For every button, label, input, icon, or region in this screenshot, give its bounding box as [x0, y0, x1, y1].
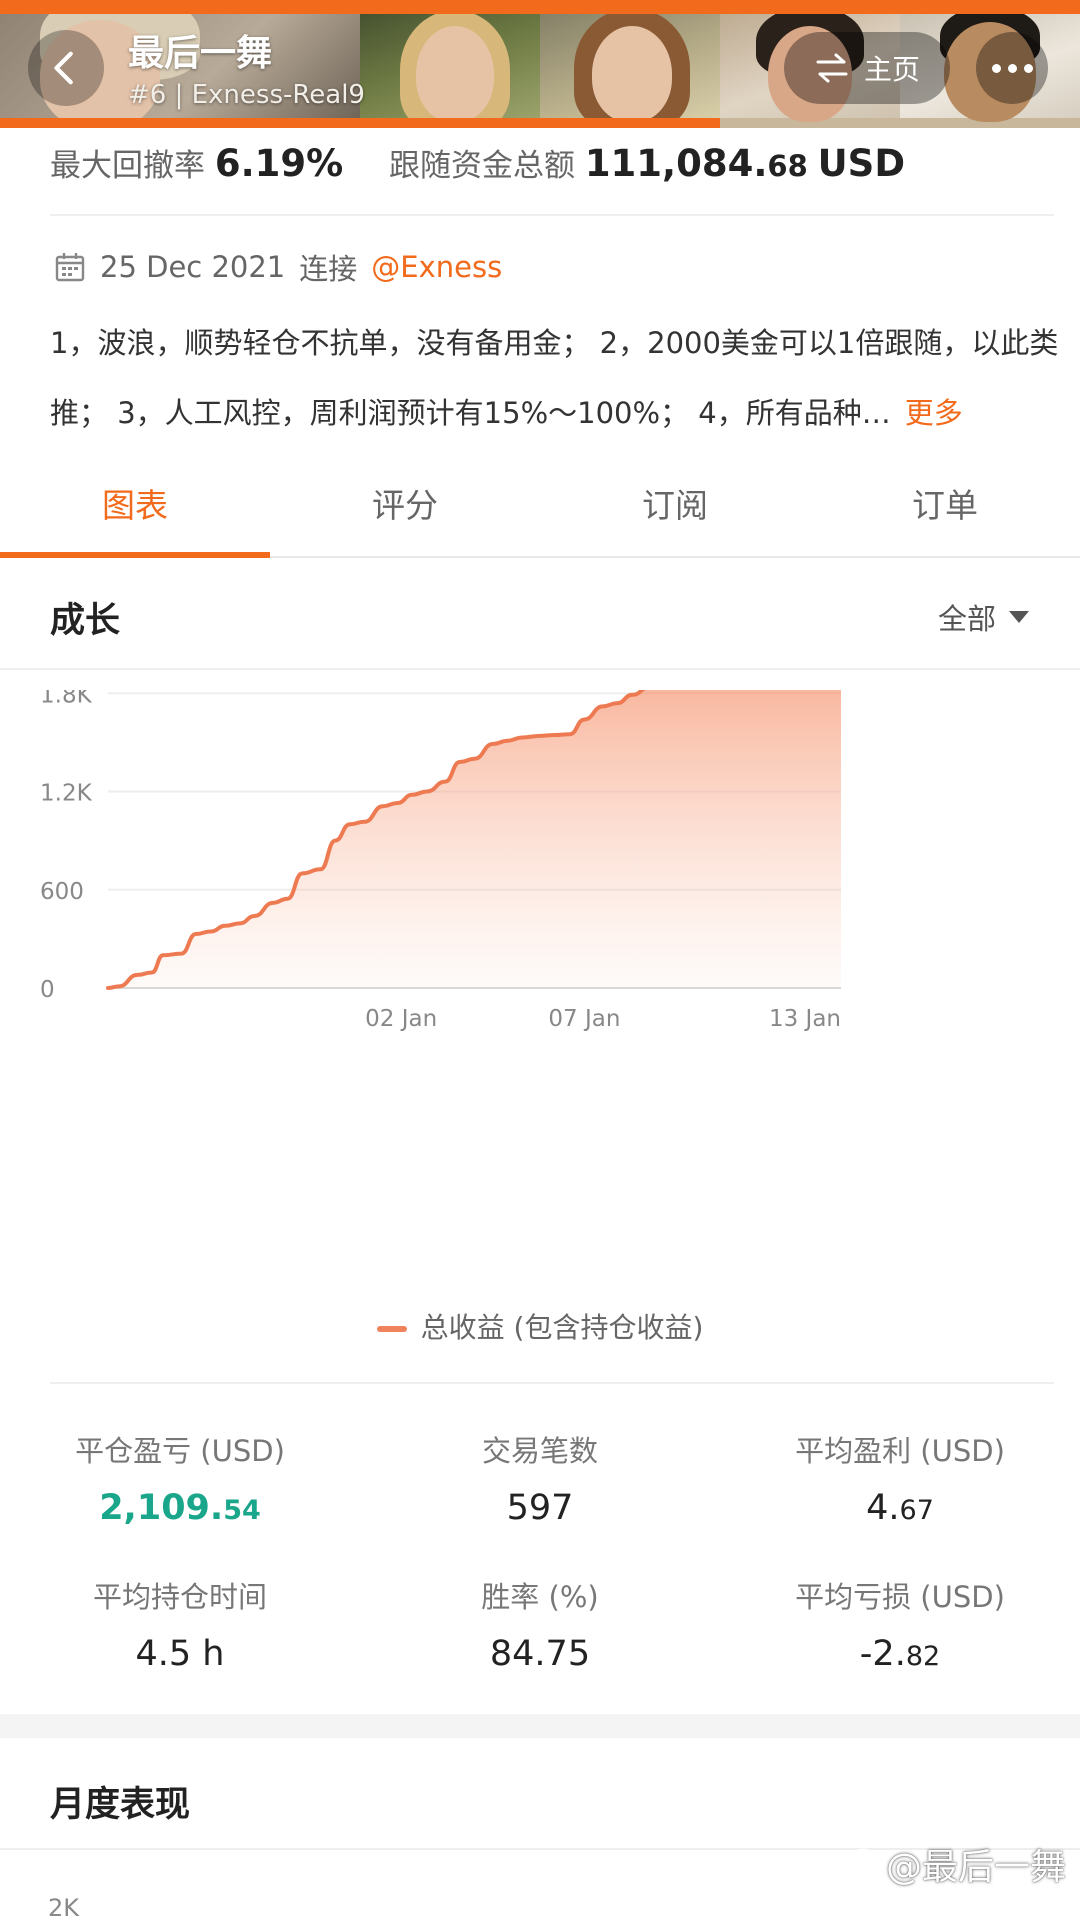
metric-int: 4.5 h: [135, 1634, 225, 1674]
metric-value: 597: [360, 1488, 720, 1528]
tab-orders[interactable]: 订单: [810, 470, 1080, 556]
tab-bar: 图表 评分 订阅 订单: [0, 470, 1080, 558]
metric-value: -2.82: [720, 1634, 1080, 1674]
metric-int: -2.: [859, 1634, 906, 1674]
metric-label: 平均盈利 (USD): [795, 1434, 1005, 1468]
dot-icon: [1007, 63, 1017, 73]
zhihu-logo-icon: [847, 1848, 879, 1880]
section-separator: [0, 1714, 1080, 1738]
tab-chart[interactable]: 图表: [0, 470, 270, 558]
metric-avg-hold-time: 平均持仓时间 4.5 h: [0, 1574, 360, 1674]
metric-label: 平均亏损 (USD): [795, 1580, 1005, 1614]
home-button[interactable]: 主页: [784, 32, 950, 104]
banner-photo: [360, 0, 540, 128]
y-tick-label: 600: [40, 879, 84, 905]
metric-value: 4.67: [720, 1488, 1080, 1528]
follow-total-int: 111,084.: [584, 142, 768, 185]
banner-accent: [0, 118, 720, 128]
trader-rank-account: #6 | Exness-Real9: [128, 80, 365, 110]
metric-int: 597: [506, 1488, 574, 1528]
metric-label: 平均持仓时间: [92, 1580, 267, 1614]
x-tick-label: 07 Jan: [548, 1006, 620, 1032]
range-selected: 全部: [937, 602, 996, 636]
dot-icon: [1023, 63, 1033, 73]
range-dropdown[interactable]: 全部: [938, 596, 1030, 638]
strategy-description: 1，波浪，顺势轻仓不抗单，没有备用金； 2，2000美金可以1倍跟随，以此类推；…: [50, 308, 1060, 448]
connection-info: 25 Dec 2021 连接 @Exness: [54, 246, 502, 288]
calendar-icon: [55, 253, 85, 282]
metric-value: 84.75: [360, 1634, 720, 1674]
growth-chart-svg: 2.4K1.8K1.2K600002 Jan07 Jan13 Jan2,024.…: [40, 584, 843, 1032]
metric-value: 4.5 h: [0, 1634, 360, 1674]
tab-subscription[interactable]: 订阅: [540, 470, 810, 556]
metric-label: 胜率 (%): [481, 1580, 599, 1614]
banner-photo: [540, 0, 720, 128]
growth-chart: 2.4K1.8K1.2K600002 Jan07 Jan13 Jan2,024.…: [0, 584, 1080, 1270]
swap-icon: [816, 53, 848, 83]
read-more-link[interactable]: 更多: [905, 396, 963, 430]
caret-down-icon: [1009, 611, 1029, 623]
metric-int: 84.75: [489, 1634, 591, 1674]
dot-icon: [991, 63, 1001, 73]
divider: [0, 668, 1080, 670]
chart-legend: 总收益 (包含持仓收益): [0, 1306, 1080, 1346]
metric-label: 交易笔数: [481, 1434, 598, 1468]
metric-label: 平仓盈亏 (USD): [75, 1434, 285, 1468]
metric-avg-loss: 平均亏损 (USD) -2.82: [720, 1574, 1080, 1674]
summary-stats: 最大回撤率 6.19% 跟随资金总额 111,084.68 USD: [50, 140, 905, 185]
x-tick-label: 02 Jan: [365, 1006, 437, 1032]
trader-name: 最后一舞: [128, 33, 273, 74]
divider: [50, 1382, 1054, 1384]
divider: [50, 214, 1054, 216]
tab-rating[interactable]: 评分: [270, 470, 540, 556]
connect-date: 25 Dec 2021: [100, 250, 286, 284]
y-tick-label: 1.2K: [40, 781, 93, 807]
back-button[interactable]: [28, 30, 104, 106]
growth-section-title: 成长: [50, 601, 121, 641]
home-label: 主页: [863, 53, 920, 86]
series-area: [108, 642, 841, 988]
connect-label: 连接: [299, 252, 358, 286]
metric-int: 2,109.: [99, 1488, 224, 1528]
metric-value: 2,109.54: [0, 1488, 360, 1528]
max-drawdown-value: 6.19%: [214, 142, 344, 185]
metric-int: 4.: [866, 1488, 900, 1528]
watermark-text: @最后一舞: [885, 1847, 1066, 1888]
monthly-section-title: 月度表现: [50, 1785, 191, 1825]
follow-total-unit: USD: [817, 142, 906, 185]
follow-total-frac: 68: [767, 149, 808, 183]
banner-accent: [0, 0, 1080, 14]
chevron-left-icon: [54, 51, 73, 85]
max-drawdown-label: 最大回撤率: [50, 148, 205, 184]
metric-closed-pnl: 平仓盈亏 (USD) 2,109.54: [0, 1428, 360, 1528]
x-tick-label: 13 Jan: [769, 1006, 841, 1032]
broker-link[interactable]: @Exness: [371, 250, 502, 284]
metric-frac: 54: [223, 1495, 261, 1526]
legend-swatch: [376, 1326, 407, 1332]
watermark: @最后一舞: [846, 1838, 1066, 1890]
y-tick-label: 0: [40, 977, 55, 1003]
metric-avg-profit: 平均盈利 (USD) 4.67: [720, 1428, 1080, 1528]
metric-trade-count: 交易笔数 597: [360, 1428, 720, 1528]
more-options-button[interactable]: [976, 32, 1048, 104]
metric-win-rate: 胜率 (%) 84.75: [360, 1574, 720, 1674]
y-tick-label: 1.8K: [40, 690, 93, 708]
monthly-y-tick: 2K: [48, 1894, 80, 1922]
metric-frac: 67: [899, 1495, 934, 1526]
metric-frac: 82: [905, 1641, 941, 1672]
follow-total-label: 跟随资金总额: [388, 148, 575, 184]
legend-label: 总收益 (包含持仓收益): [420, 1311, 704, 1344]
